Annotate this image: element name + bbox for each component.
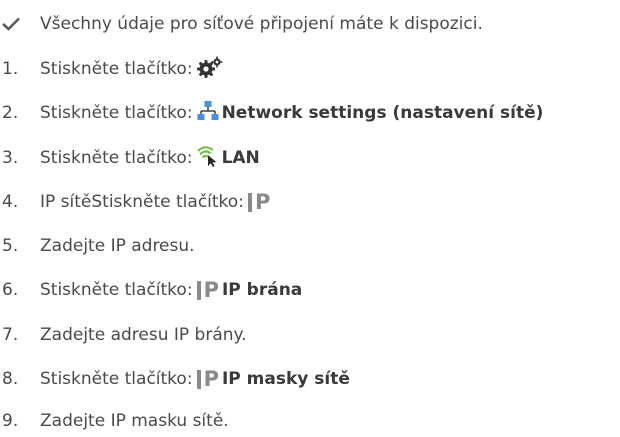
step-4: 4. IP sítěStiskněte tlačítko: P bbox=[0, 187, 270, 217]
step-8: 8. Stiskněte tlačítko: P IP masky sítě bbox=[0, 364, 350, 394]
ip-icon bbox=[196, 369, 201, 389]
checkmark-icon bbox=[0, 17, 40, 31]
step-3: 3. Stiskněte tlačítko: LAN bbox=[0, 143, 260, 173]
ip-icon-letter: P bbox=[203, 277, 219, 302]
step-text: Stiskněte tlačítko: bbox=[40, 369, 193, 389]
ip-icon-letter: P bbox=[203, 366, 219, 391]
intro-text: Všechny údaje pro síťové připojení máte … bbox=[40, 14, 483, 34]
step-text: Stiskněte tlačítko: bbox=[40, 280, 193, 300]
step-number: 8. bbox=[2, 369, 19, 389]
network-settings-label: Network settings (nastavení sítě) bbox=[221, 103, 544, 123]
step-number: 6. bbox=[2, 280, 19, 300]
step-text: Zadejte IP adresu. bbox=[40, 236, 195, 256]
ip-icon-letter: P bbox=[254, 189, 271, 214]
step-number: 2. bbox=[2, 103, 19, 123]
intro-row: Všechny údaje pro síťové připojení máte … bbox=[0, 9, 483, 39]
step-number: 7. bbox=[2, 325, 19, 345]
ip-mask-label: IP masky sítě bbox=[221, 369, 350, 389]
step-text: Stiskněte tlačítko: bbox=[40, 103, 193, 123]
step-number: 4. bbox=[2, 192, 19, 212]
gear-icon bbox=[196, 56, 223, 83]
step-number: 3. bbox=[2, 148, 19, 168]
wifi-cursor-icon bbox=[196, 145, 219, 172]
lan-label: LAN bbox=[221, 148, 260, 168]
step-9: 9. Zadejte IP masku sítě. bbox=[0, 406, 229, 436]
step-text: IP sítěStiskněte tlačítko: bbox=[40, 192, 244, 212]
step-number: 5. bbox=[2, 236, 19, 256]
step-1: 1. Stiskněte tlačítko: bbox=[0, 54, 223, 84]
step-7: 7. Zadejte adresu IP brány. bbox=[0, 320, 247, 350]
step-5: 5. Zadejte IP adresu. bbox=[0, 231, 195, 261]
ip-icon bbox=[196, 280, 201, 300]
step-number: 1. bbox=[2, 59, 19, 79]
step-6: 6. Stiskněte tlačítko: P IP brána bbox=[0, 275, 302, 305]
step-text: Zadejte adresu IP brány. bbox=[40, 325, 247, 345]
ip-gateway-label: IP brána bbox=[221, 280, 303, 300]
step-text: Stiskněte tlačítko: bbox=[40, 59, 193, 79]
step-2: 2. Stiskněte tlačítko: Network settings … bbox=[0, 98, 543, 128]
ip-icon bbox=[247, 192, 252, 212]
step-text: Zadejte IP masku sítě. bbox=[40, 411, 229, 431]
network-icon bbox=[197, 100, 219, 127]
step-text: Stiskněte tlačítko: bbox=[40, 148, 193, 168]
step-number: 9. bbox=[2, 411, 19, 431]
